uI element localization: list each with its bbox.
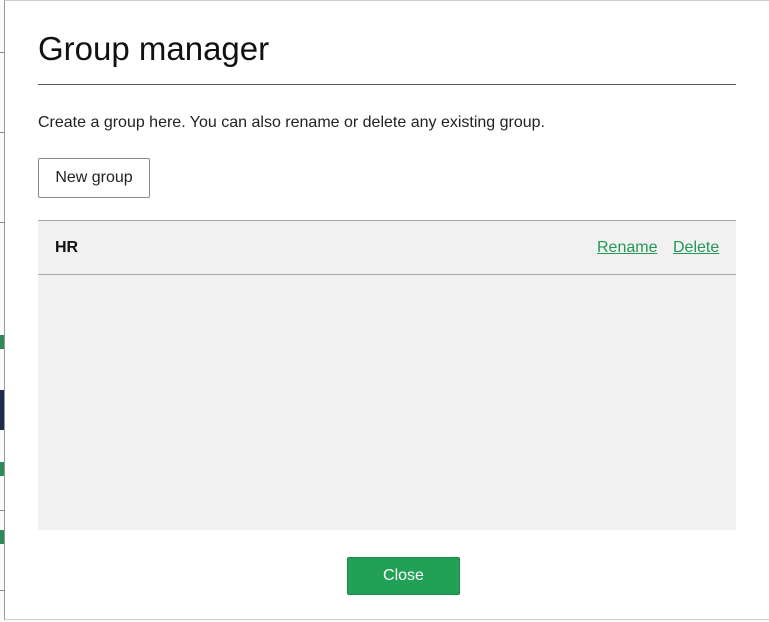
delete-group-link[interactable]: Delete (673, 239, 719, 257)
dialog-intro-text: Create a group here. You can also rename… (38, 114, 545, 131)
group-manager-dialog: Group manager Create a group here. You c… (4, 0, 769, 620)
new-group-button[interactable]: New group (38, 158, 150, 198)
group-name: HR (55, 239, 79, 256)
group-row: HR Rename Delete (38, 221, 736, 275)
dialog-title: Group manager (38, 30, 270, 67)
group-list: HR Rename Delete (38, 220, 736, 530)
title-divider (38, 84, 736, 85)
close-button[interactable]: Close (347, 557, 460, 595)
page-backdrop: Group manager Create a group here. You c… (0, 0, 769, 622)
rename-group-link[interactable]: Rename (597, 239, 657, 257)
